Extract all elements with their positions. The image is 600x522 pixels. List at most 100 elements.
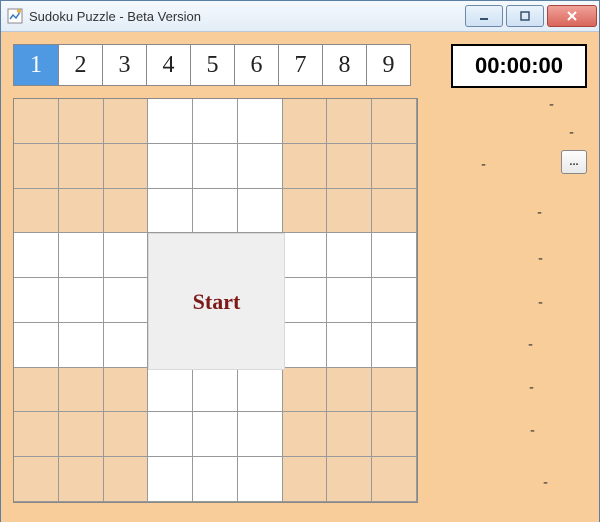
side-mark-0: - [549,96,554,113]
cell-5-7[interactable] [327,323,372,368]
cell-3-2[interactable] [104,233,149,278]
cell-4-8[interactable] [372,278,417,323]
side-mark-8: - [530,422,535,439]
cell-5-2[interactable] [104,323,149,368]
cell-7-1[interactable] [59,412,104,457]
cell-1-3[interactable] [148,144,193,189]
cell-8-3[interactable] [148,457,193,502]
cell-6-0[interactable] [14,368,59,413]
cell-3-0[interactable] [14,233,59,278]
cell-3-1[interactable] [59,233,104,278]
number-choice-4[interactable]: 4 [146,45,190,85]
cell-0-5[interactable] [238,99,283,144]
cell-2-2[interactable] [104,189,149,234]
cell-8-7[interactable] [327,457,372,502]
cell-1-8[interactable] [372,144,417,189]
cell-7-2[interactable] [104,412,149,457]
cell-0-8[interactable] [372,99,417,144]
cell-2-6[interactable] [283,189,328,234]
cell-8-0[interactable] [14,457,59,502]
cell-6-2[interactable] [104,368,149,413]
cell-7-6[interactable] [283,412,328,457]
cell-1-5[interactable] [238,144,283,189]
cell-0-7[interactable] [327,99,372,144]
cell-2-1[interactable] [59,189,104,234]
cell-2-5[interactable] [238,189,283,234]
close-button[interactable] [547,5,597,27]
cell-8-5[interactable] [238,457,283,502]
number-choice-9[interactable]: 9 [366,45,410,85]
cell-8-4[interactable] [193,457,238,502]
number-choice-7[interactable]: 7 [278,45,322,85]
cell-7-0[interactable] [14,412,59,457]
cell-3-8[interactable] [372,233,417,278]
cell-4-2[interactable] [104,278,149,323]
cell-3-7[interactable] [327,233,372,278]
cell-2-7[interactable] [327,189,372,234]
cell-8-6[interactable] [283,457,328,502]
cell-0-0[interactable] [14,99,59,144]
window-title: Sudoku Puzzle - Beta Version [29,9,465,24]
cell-6-6[interactable] [283,368,328,413]
cell-7-4[interactable] [193,412,238,457]
cell-4-7[interactable] [327,278,372,323]
cell-4-6[interactable] [283,278,328,323]
cell-8-2[interactable] [104,457,149,502]
number-choice-1[interactable]: 1 [14,45,58,85]
cell-0-4[interactable] [193,99,238,144]
cell-0-3[interactable] [148,99,193,144]
number-choice-3[interactable]: 3 [102,45,146,85]
app-icon [7,8,23,24]
cell-2-4[interactable] [193,189,238,234]
client-area: 123456789 00:00:00 Start ... ---------- [1,32,599,522]
cell-0-6[interactable] [283,99,328,144]
cell-2-3[interactable] [148,189,193,234]
cell-0-1[interactable] [59,99,104,144]
top-row: 123456789 00:00:00 [13,44,587,88]
cell-6-7[interactable] [327,368,372,413]
cell-1-7[interactable] [327,144,372,189]
cell-7-7[interactable] [327,412,372,457]
cell-8-8[interactable] [372,457,417,502]
cell-7-8[interactable] [372,412,417,457]
number-choice-5[interactable]: 5 [190,45,234,85]
side-mark-7: - [529,379,534,396]
cell-6-1[interactable] [59,368,104,413]
cell-1-1[interactable] [59,144,104,189]
cell-0-2[interactable] [104,99,149,144]
timer-display: 00:00:00 [451,44,587,88]
cell-7-3[interactable] [148,412,193,457]
cell-7-5[interactable] [238,412,283,457]
cell-3-6[interactable] [283,233,328,278]
more-button[interactable]: ... [561,150,587,174]
cell-6-8[interactable] [372,368,417,413]
cell-6-5[interactable] [238,368,283,413]
cell-6-3[interactable] [148,368,193,413]
cell-5-0[interactable] [14,323,59,368]
cell-5-1[interactable] [59,323,104,368]
cell-1-6[interactable] [283,144,328,189]
start-button[interactable]: Start [148,233,285,370]
side-mark-2: - [481,156,486,173]
number-picker: 123456789 [13,44,411,86]
cell-1-4[interactable] [193,144,238,189]
cell-6-4[interactable] [193,368,238,413]
cell-1-2[interactable] [104,144,149,189]
number-choice-2[interactable]: 2 [58,45,102,85]
cell-5-8[interactable] [372,323,417,368]
window-buttons [465,5,597,27]
minimize-button[interactable] [465,5,503,27]
side-panel: ... ---------- [437,96,587,506]
cell-4-0[interactable] [14,278,59,323]
cell-8-1[interactable] [59,457,104,502]
cell-4-1[interactable] [59,278,104,323]
number-choice-6[interactable]: 6 [234,45,278,85]
maximize-button[interactable] [506,5,544,27]
cell-1-0[interactable] [14,144,59,189]
side-mark-1: - [569,124,574,141]
cell-2-0[interactable] [14,189,59,234]
number-choice-8[interactable]: 8 [322,45,366,85]
cell-5-6[interactable] [283,323,328,368]
side-mark-4: - [538,250,543,267]
cell-2-8[interactable] [372,189,417,234]
